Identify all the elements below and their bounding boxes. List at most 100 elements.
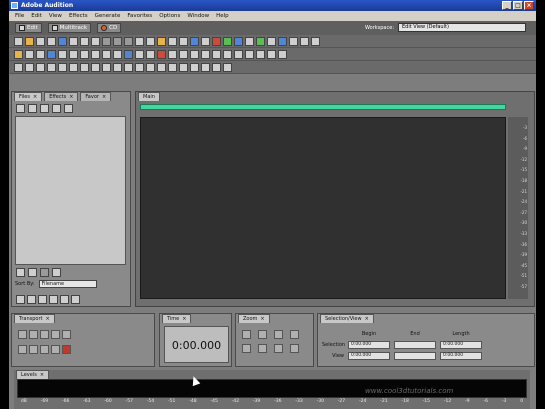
fade-in-icon[interactable] [36,49,45,59]
show-video-icon[interactable] [38,295,47,304]
menu-window[interactable]: Window [187,13,209,19]
close-tab-icon[interactable]: × [102,94,106,100]
menu-help[interactable]: Help [216,13,229,19]
tone-generator-icon[interactable] [14,62,23,72]
show-midi-icon[interactable] [27,295,36,304]
view-end-field[interactable] [394,351,436,360]
edit-file-icon[interactable] [40,104,49,113]
tab-transport[interactable]: Transport × [14,314,55,323]
new-file-icon[interactable] [14,36,23,46]
tab-time[interactable]: Time × [162,314,192,323]
menu-file[interactable]: File [15,13,24,19]
pause-icon[interactable] [40,330,49,339]
expander-icon[interactable] [267,49,276,59]
spectrum-icon[interactable] [47,62,56,72]
close-tab-icon[interactable]: × [45,316,49,322]
tab-main[interactable]: Main [138,92,160,101]
close-icon[interactable]: × [524,1,534,10]
distortion-icon[interactable] [223,49,232,59]
midi-icon[interactable] [190,62,199,72]
save-icon[interactable] [36,36,45,46]
go-to-end-icon[interactable] [51,345,60,354]
open-file-icon[interactable] [25,36,34,46]
waveform-view-icon[interactable] [201,36,210,46]
loop-icon[interactable] [146,62,155,72]
reverb-icon[interactable] [113,49,122,59]
script-icon[interactable] [135,62,144,72]
phase-icon[interactable] [69,62,78,72]
insert-multitrack-icon[interactable] [52,104,61,113]
paste-icon[interactable] [124,36,133,46]
waveform-display[interactable] [140,117,506,299]
rewind-icon[interactable] [29,345,38,354]
pan-icon[interactable] [113,62,122,72]
overview-bar[interactable] [140,104,506,110]
menu-favorites[interactable]: Favorites [127,13,152,19]
noise-reduction-icon[interactable] [146,49,155,59]
multitrack-view-button[interactable]: Multitrack [47,23,92,33]
midi-filter-icon[interactable] [40,268,49,277]
move-icon[interactable] [311,36,320,46]
marker-icon[interactable] [157,36,166,46]
tab-levels[interactable]: Levels × [16,370,50,379]
silence-icon[interactable] [80,49,89,59]
loop-play-icon[interactable] [62,330,71,339]
lasso-icon[interactable] [267,36,276,46]
zoom-selection-icon[interactable] [274,344,283,353]
tab-effects[interactable]: Effects × [44,92,79,101]
click-remover-icon[interactable] [168,49,177,59]
file-list[interactable] [15,116,126,265]
frequency-icon[interactable] [80,62,89,72]
cd-view-button[interactable]: CD [97,23,122,33]
noise-generator-icon[interactable] [25,62,34,72]
play-to-end-icon[interactable] [51,330,60,339]
eq-icon[interactable] [124,49,133,59]
video-icon[interactable] [201,62,210,72]
full-paths-icon[interactable] [60,295,69,304]
sort-order-icon[interactable] [71,295,80,304]
tab-zoom[interactable]: Zoom × [238,314,270,323]
play-mode-icon[interactable] [223,36,232,46]
show-audio-icon[interactable] [16,295,25,304]
autoplay-icon[interactable] [64,104,73,113]
record-icon[interactable] [62,345,71,354]
zoom-out-vertical-icon[interactable] [290,344,299,353]
copy-icon[interactable] [113,36,122,46]
zero-cross-icon[interactable] [179,36,188,46]
spot-heal-icon[interactable] [289,36,298,46]
burn-icon[interactable] [223,62,232,72]
metronome-icon[interactable] [168,62,177,72]
minimize-icon[interactable]: _ [502,1,512,10]
record-mode-icon[interactable] [212,36,221,46]
play-icon[interactable] [29,330,38,339]
batch-icon[interactable] [124,62,133,72]
pitch-icon[interactable] [179,49,188,59]
show-loops-icon[interactable] [49,295,58,304]
amplify-icon[interactable] [14,49,23,59]
close-tab-icon[interactable]: × [69,94,73,100]
selection-end-field[interactable] [394,340,436,349]
zoom-to-left-icon[interactable] [242,344,251,353]
stretch-icon[interactable] [190,49,199,59]
import-icon[interactable] [58,36,67,46]
menu-edit[interactable]: Edit [31,13,42,19]
loop-filter-icon[interactable] [16,268,25,277]
envelope-icon[interactable] [278,49,287,59]
close-tab-icon[interactable]: × [260,316,264,322]
menu-view[interactable]: View [49,13,62,19]
close-file-icon[interactable] [69,36,78,46]
cut-icon[interactable] [102,36,111,46]
analyze-icon[interactable] [58,62,67,72]
go-to-start-icon[interactable] [18,345,27,354]
close-tab-icon[interactable]: × [40,372,44,378]
time-selection-icon[interactable] [245,36,254,46]
cd-track-icon[interactable] [212,62,221,72]
close-tab-icon[interactable]: × [365,316,369,322]
channel-mixer-icon[interactable] [102,62,111,72]
redo-icon[interactable] [91,36,100,46]
zoom-in-horizontal-icon[interactable] [242,330,251,339]
workspace-dropdown[interactable]: Edit View (Default) [398,23,526,32]
view-length-field[interactable]: 0:00.000 [440,351,482,360]
zoom-in-vertical-icon[interactable] [290,330,299,339]
tab-favorites[interactable]: Favor × [80,92,112,101]
